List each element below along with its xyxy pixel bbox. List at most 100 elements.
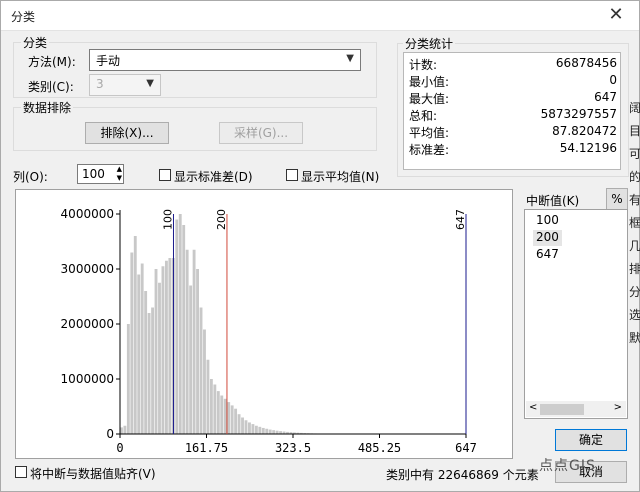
strip-char: 几 bbox=[629, 239, 640, 253]
strip-char: 分 bbox=[629, 285, 640, 299]
histogram-bar bbox=[220, 395, 224, 434]
chevron-right-icon[interactable]: > bbox=[614, 402, 622, 413]
histogram-bar bbox=[192, 249, 196, 434]
histogram-bar bbox=[261, 427, 265, 434]
histogram-bar bbox=[126, 324, 130, 434]
classes-select[interactable]: 3 ▼ bbox=[89, 74, 161, 96]
y-tick-label: 0 bbox=[106, 427, 114, 441]
show-std-label: 显示标准差(D) bbox=[174, 170, 253, 184]
histogram-bar bbox=[130, 252, 134, 434]
stat-key: 总和: bbox=[409, 109, 438, 123]
break-value-item[interactable]: 200 bbox=[533, 230, 562, 246]
histogram-bar bbox=[258, 426, 262, 434]
watermark: 点点GIS bbox=[539, 458, 596, 474]
snap-label: 将中断与数据值贴齐(V) bbox=[30, 467, 156, 481]
histogram-bar bbox=[147, 313, 151, 434]
exclude-button[interactable]: 排除(X)... bbox=[85, 122, 169, 144]
strip-char: 排 bbox=[629, 262, 640, 276]
stat-value: 54.12196 bbox=[559, 141, 617, 155]
method-select[interactable]: 手动 ▼ bbox=[89, 49, 361, 71]
histogram-bar bbox=[268, 429, 272, 434]
chevron-down-icon: ▼ bbox=[146, 78, 154, 89]
method-label: 方法(M): bbox=[28, 55, 76, 69]
x-tick-label: 485.25 bbox=[358, 441, 401, 455]
spin-up-icon[interactable]: ▲ bbox=[117, 165, 122, 174]
columns-value: 100 bbox=[82, 167, 105, 181]
scrollbar-thumb[interactable] bbox=[540, 404, 584, 415]
chevron-left-icon[interactable]: < bbox=[529, 402, 537, 413]
show-mean-label: 显示平均值(N) bbox=[301, 170, 380, 184]
classes-value: 3 bbox=[96, 77, 104, 91]
stat-value: 87.820472 bbox=[552, 124, 617, 138]
break-values-label: 中断值(K) bbox=[526, 194, 580, 208]
dialog-title: 分类 bbox=[11, 10, 36, 24]
stats-panel: 计数: 66878456 最小值: 0 最大值: 647 总和: 5873297… bbox=[403, 52, 621, 170]
classification-group-label: 分类 bbox=[21, 34, 50, 51]
histogram-bar bbox=[234, 408, 238, 434]
data-exclusion-group-label: 数据排除 bbox=[21, 99, 74, 116]
stat-key: 最小值: bbox=[409, 75, 450, 89]
strip-char: 有 bbox=[629, 193, 640, 207]
show-std-checkbox[interactable] bbox=[159, 169, 171, 181]
histogram-bar bbox=[137, 274, 141, 434]
show-mean-checkbox[interactable] bbox=[286, 169, 298, 181]
histogram-bar bbox=[203, 329, 206, 434]
break-values-list[interactable]: 100 200 647 < > bbox=[524, 209, 628, 419]
stat-value: 0 bbox=[609, 73, 617, 87]
histogram-bar bbox=[223, 398, 227, 434]
histogram-bar bbox=[272, 430, 276, 434]
classes-label: 类别(C): bbox=[28, 80, 74, 94]
y-tick-label: 3000000 bbox=[61, 262, 114, 276]
ok-button[interactable]: 确定 bbox=[555, 429, 627, 451]
stat-key: 计数: bbox=[409, 58, 438, 72]
columns-spinner[interactable]: 100 ▲ ▼ bbox=[77, 164, 124, 184]
close-icon[interactable]: ✕ bbox=[605, 5, 627, 27]
chevron-down-icon: ▼ bbox=[346, 53, 354, 64]
histogram-bar bbox=[123, 425, 127, 434]
break-line-label: 200 bbox=[215, 209, 228, 230]
stat-key: 最大值: bbox=[409, 92, 450, 106]
histogram-bar bbox=[154, 269, 158, 434]
histogram-bar bbox=[133, 236, 137, 434]
stat-row-max: 最大值: 647 bbox=[409, 90, 617, 107]
histogram-bar bbox=[227, 402, 231, 434]
method-value: 手动 bbox=[96, 54, 121, 68]
histogram-bar bbox=[254, 425, 258, 434]
histogram-panel: 0 1000000 2000000 3000000 4000000 0 161.75 323.… bbox=[15, 189, 513, 459]
sample-button[interactable]: 采样(G)... bbox=[219, 122, 303, 144]
strip-char: 框 bbox=[629, 216, 640, 230]
classification-dialog: 分类 ✕ 分类 方法(M): 手动 ▼ 类别(C): 3 ▼ 数据排除 排除(X… bbox=[0, 0, 640, 492]
stat-value: 66878456 bbox=[555, 56, 617, 70]
strip-char: 阔 bbox=[629, 101, 640, 115]
background-text-strip: 阔 目 可 的 有 框 几 排 分 选 默 bbox=[629, 97, 640, 397]
histogram-bar bbox=[178, 214, 182, 434]
histogram-bar bbox=[196, 269, 199, 434]
columns-label: 列(O): bbox=[13, 170, 48, 184]
stat-key: 平均值: bbox=[409, 126, 450, 140]
strip-char: 可 bbox=[629, 147, 640, 161]
histogram-bar bbox=[199, 307, 203, 434]
histogram-bar bbox=[248, 422, 251, 434]
class-element-count: 类别中有 22646869 个元素 bbox=[386, 468, 539, 482]
stat-value: 647 bbox=[594, 90, 617, 104]
x-tick-label: 0 bbox=[116, 441, 123, 455]
histogram-bar bbox=[241, 417, 244, 434]
histogram-chart: 0 1000000 2000000 3000000 4000000 0 161.75 323.… bbox=[61, 207, 477, 455]
break-value-item[interactable]: 647 bbox=[533, 247, 562, 263]
strip-char: 选 bbox=[629, 308, 640, 322]
strip-char: 默 bbox=[629, 331, 640, 345]
x-tick-label: 323.5 bbox=[275, 441, 311, 455]
x-tick-label: 161.75 bbox=[185, 441, 228, 455]
percent-button[interactable]: % bbox=[606, 188, 628, 210]
snap-checkbox[interactable] bbox=[15, 466, 27, 478]
strip-char: 的 bbox=[629, 170, 640, 184]
spin-down-icon[interactable]: ▼ bbox=[117, 174, 122, 183]
horizontal-scrollbar[interactable]: < > bbox=[526, 401, 626, 417]
break-value-item[interactable]: 100 bbox=[533, 213, 562, 229]
y-tick-label: 2000000 bbox=[61, 317, 114, 331]
break-line-label: 100 bbox=[161, 209, 174, 230]
stat-row-min: 最小值: 0 bbox=[409, 73, 617, 90]
histogram-bar bbox=[213, 384, 217, 434]
y-tick-label: 4000000 bbox=[61, 207, 114, 221]
y-tick-label: 1000000 bbox=[61, 372, 114, 386]
